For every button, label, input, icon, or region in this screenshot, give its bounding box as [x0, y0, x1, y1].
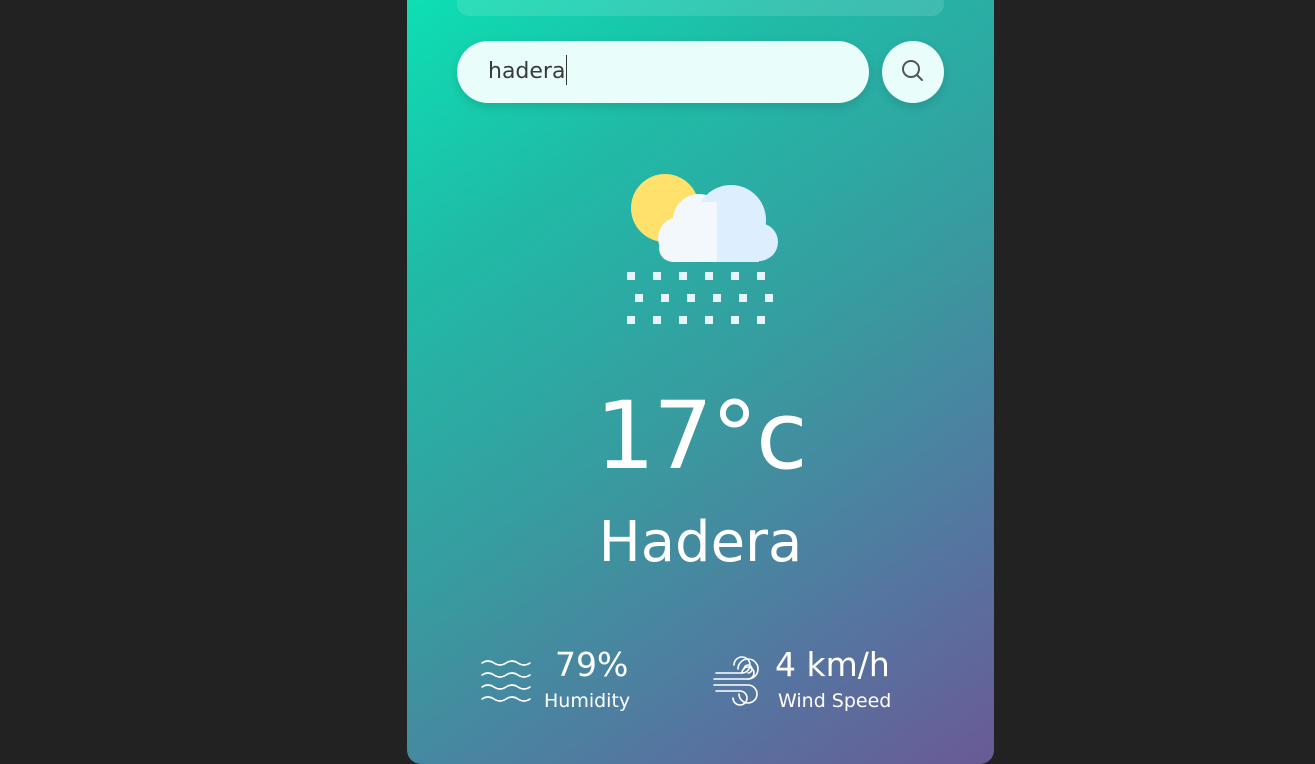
temperature: 17°c [595, 382, 807, 491]
search-button[interactable] [882, 41, 944, 103]
snow-cloud-sun-icon [627, 174, 778, 324]
search-input[interactable]: hadera [457, 41, 869, 103]
wind-detail: 4 km/h Wind Speed [712, 645, 912, 725]
humidity-detail: 79% Humidity [480, 645, 650, 725]
humidity-value: 79% [555, 645, 629, 684]
wind-label: Wind Speed [778, 690, 892, 712]
wind-value: 4 km/h [775, 645, 890, 684]
search-bar: hadera [457, 41, 944, 103]
search-input-value: hadera [488, 59, 566, 84]
top-strip [457, 0, 944, 16]
wind-icon [713, 656, 759, 706]
city-name: Hadera [598, 510, 803, 575]
text-caret [566, 55, 568, 85]
humidity-label: Humidity [544, 690, 631, 712]
humidity-waves-icon [481, 660, 531, 702]
weather-card: hadera 17°c Hadera 79% Humidity 4 km/h W… [407, 0, 994, 764]
search-icon [902, 60, 923, 81]
